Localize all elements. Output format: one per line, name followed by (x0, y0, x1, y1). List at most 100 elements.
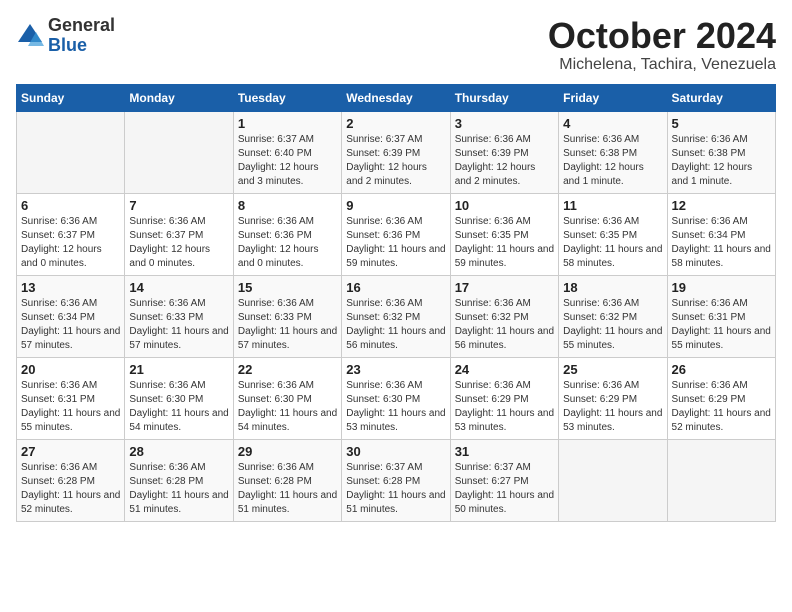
calendar-cell: 31 Sunrise: 6:37 AM Sunset: 6:27 PM Dayli… (450, 439, 558, 521)
day-number: 26 (672, 362, 771, 377)
day-number: 18 (563, 280, 662, 295)
calendar-cell: 4 Sunrise: 6:36 AM Sunset: 6:38 PM Daylig… (559, 111, 667, 193)
day-info: Sunrise: 6:36 AM Sunset: 6:28 PM Dayligh… (129, 461, 228, 517)
calendar-cell: 22 Sunrise: 6:36 AM Sunset: 6:30 PM Dayli… (233, 357, 341, 439)
day-info: Sunrise: 6:36 AM Sunset: 6:36 PM Dayligh… (238, 215, 337, 271)
calendar-cell: 18 Sunrise: 6:36 AM Sunset: 6:32 PM Dayli… (559, 275, 667, 357)
day-info: Sunrise: 6:36 AM Sunset: 6:28 PM Dayligh… (21, 461, 120, 517)
calendar-cell: 5 Sunrise: 6:36 AM Sunset: 6:38 PM Daylig… (667, 111, 775, 193)
day-number: 27 (21, 444, 120, 459)
calendar-cell: 29Sunrise: 6:36 AM Sunset: 6:28 PM Dayli… (233, 439, 341, 521)
day-number: 23 (346, 362, 445, 377)
day-info: Sunrise: 6:36 AM Sunset: 6:36 PM Dayligh… (346, 215, 445, 271)
calendar-cell: 13 Sunrise: 6:36 AM Sunset: 6:34 PM Dayli… (17, 275, 125, 357)
day-info: Sunrise: 6:36 AM Sunset: 6:31 PM Dayligh… (672, 297, 771, 353)
day-number: 14 (129, 280, 228, 295)
day-info: Sunrise: 6:36 AM Sunset: 6:29 PM Dayligh… (455, 379, 554, 435)
page-header: General Blue October 2024 Michelena, Tac… (16, 16, 776, 74)
day-info: Sunrise: 6:36 AM Sunset: 6:32 PM Dayligh… (563, 297, 662, 353)
location: Michelena, Tachira, Venezuela (548, 56, 776, 74)
week-row-5: 27 Sunrise: 6:36 AM Sunset: 6:28 PM Dayli… (17, 439, 776, 521)
calendar-cell: 8Sunrise: 6:36 AM Sunset: 6:36 PM Daylig… (233, 193, 341, 275)
day-info: Sunrise: 6:36 AM Sunset: 6:30 PM Dayligh… (129, 379, 228, 435)
week-row-1: 1 Sunrise: 6:37 AM Sunset: 6:40 PM Daylig… (17, 111, 776, 193)
day-info: Sunrise: 6:36 AM Sunset: 6:30 PM Dayligh… (238, 379, 337, 435)
calendar-cell: 10Sunrise: 6:36 AM Sunset: 6:35 PM Dayli… (450, 193, 558, 275)
day-info: Sunrise: 6:36 AM Sunset: 6:38 PM Dayligh… (672, 133, 771, 189)
day-info: Sunrise: 6:36 AM Sunset: 6:34 PM Dayligh… (672, 215, 771, 271)
day-number: 30 (346, 444, 445, 459)
day-info: Sunrise: 6:36 AM Sunset: 6:33 PM Dayligh… (238, 297, 337, 353)
day-info: Sunrise: 6:36 AM Sunset: 6:32 PM Dayligh… (346, 297, 445, 353)
calendar-cell: 20 Sunrise: 6:36 AM Sunset: 6:31 PM Dayli… (17, 357, 125, 439)
day-info: Sunrise: 6:36 AM Sunset: 6:37 PM Dayligh… (129, 215, 228, 271)
logo-icon (16, 22, 44, 50)
day-number: 31 (455, 444, 554, 459)
calendar-cell: 28Sunrise: 6:36 AM Sunset: 6:28 PM Dayli… (125, 439, 233, 521)
day-header-saturday: Saturday (667, 84, 775, 111)
logo-blue: Blue (48, 36, 115, 56)
day-header-sunday: Sunday (17, 84, 125, 111)
day-info: Sunrise: 6:36 AM Sunset: 6:33 PM Dayligh… (129, 297, 228, 353)
day-number: 20 (21, 362, 120, 377)
day-number: 24 (455, 362, 554, 377)
day-info: Sunrise: 6:36 AM Sunset: 6:30 PM Dayligh… (346, 379, 445, 435)
week-row-4: 20 Sunrise: 6:36 AM Sunset: 6:31 PM Dayli… (17, 357, 776, 439)
day-info: Sunrise: 6:36 AM Sunset: 6:32 PM Dayligh… (455, 297, 554, 353)
calendar-cell: 24 Sunrise: 6:36 AM Sunset: 6:29 PM Dayli… (450, 357, 558, 439)
logo-general: General (48, 16, 115, 36)
day-header-row: SundayMondayTuesdayWednesdayThursdayFrid… (17, 84, 776, 111)
calendar-cell: 6 Sunrise: 6:36 AM Sunset: 6:37 PM Daylig… (17, 193, 125, 275)
day-header-wednesday: Wednesday (342, 84, 450, 111)
calendar-cell: 9 Sunrise: 6:36 AM Sunset: 6:36 PM Daylig… (342, 193, 450, 275)
week-row-2: 6 Sunrise: 6:36 AM Sunset: 6:37 PM Daylig… (17, 193, 776, 275)
day-number: 19 (672, 280, 771, 295)
calendar-cell: 27 Sunrise: 6:36 AM Sunset: 6:28 PM Dayli… (17, 439, 125, 521)
logo: General Blue (16, 16, 115, 56)
day-number: 9 (346, 198, 445, 213)
calendar-table: SundayMondayTuesdayWednesdayThursdayFrid… (16, 84, 776, 522)
day-number: 17 (455, 280, 554, 295)
day-info: Sunrise: 6:36 AM Sunset: 6:28 PM Dayligh… (238, 461, 337, 517)
day-number: 11 (563, 198, 662, 213)
logo-text: General Blue (48, 16, 115, 56)
day-info: Sunrise: 6:36 AM Sunset: 6:34 PM Dayligh… (21, 297, 120, 353)
calendar-cell: 17 Sunrise: 6:36 AM Sunset: 6:32 PM Dayli… (450, 275, 558, 357)
calendar-cell (559, 439, 667, 521)
day-number: 5 (672, 116, 771, 131)
day-info: Sunrise: 6:36 AM Sunset: 6:38 PM Dayligh… (563, 133, 662, 189)
day-header-tuesday: Tuesday (233, 84, 341, 111)
calendar-cell: 3Sunrise: 6:36 AM Sunset: 6:39 PM Daylig… (450, 111, 558, 193)
day-number: 12 (672, 198, 771, 213)
calendar-cell: 19 Sunrise: 6:36 AM Sunset: 6:31 PM Dayli… (667, 275, 775, 357)
day-number: 13 (21, 280, 120, 295)
day-number: 16 (346, 280, 445, 295)
day-number: 3 (455, 116, 554, 131)
calendar-cell: 21Sunrise: 6:36 AM Sunset: 6:30 PM Dayli… (125, 357, 233, 439)
day-number: 22 (238, 362, 337, 377)
calendar-cell (667, 439, 775, 521)
calendar-cell: 15Sunrise: 6:36 AM Sunset: 6:33 PM Dayli… (233, 275, 341, 357)
calendar-cell: 12 Sunrise: 6:36 AM Sunset: 6:34 PM Dayli… (667, 193, 775, 275)
day-info: Sunrise: 6:37 AM Sunset: 6:28 PM Dayligh… (346, 461, 445, 517)
calendar-cell: 11Sunrise: 6:36 AM Sunset: 6:35 PM Dayli… (559, 193, 667, 275)
calendar-cell: 30 Sunrise: 6:37 AM Sunset: 6:28 PM Dayli… (342, 439, 450, 521)
day-info: Sunrise: 6:37 AM Sunset: 6:27 PM Dayligh… (455, 461, 554, 517)
day-info: Sunrise: 6:36 AM Sunset: 6:31 PM Dayligh… (21, 379, 120, 435)
calendar-cell: 7 Sunrise: 6:36 AM Sunset: 6:37 PM Daylig… (125, 193, 233, 275)
day-info: Sunrise: 6:37 AM Sunset: 6:40 PM Dayligh… (238, 133, 337, 189)
day-number: 10 (455, 198, 554, 213)
day-info: Sunrise: 6:37 AM Sunset: 6:39 PM Dayligh… (346, 133, 445, 189)
day-number: 7 (129, 198, 228, 213)
day-header-thursday: Thursday (450, 84, 558, 111)
day-number: 1 (238, 116, 337, 131)
calendar-cell: 1 Sunrise: 6:37 AM Sunset: 6:40 PM Daylig… (233, 111, 341, 193)
day-info: Sunrise: 6:36 AM Sunset: 6:37 PM Dayligh… (21, 215, 120, 271)
calendar-cell (125, 111, 233, 193)
day-number: 2 (346, 116, 445, 131)
month-title: October 2024 (548, 16, 776, 56)
title-block: October 2024 Michelena, Tachira, Venezue… (548, 16, 776, 74)
day-number: 6 (21, 198, 120, 213)
calendar-cell: 23 Sunrise: 6:36 AM Sunset: 6:30 PM Dayli… (342, 357, 450, 439)
day-number: 4 (563, 116, 662, 131)
